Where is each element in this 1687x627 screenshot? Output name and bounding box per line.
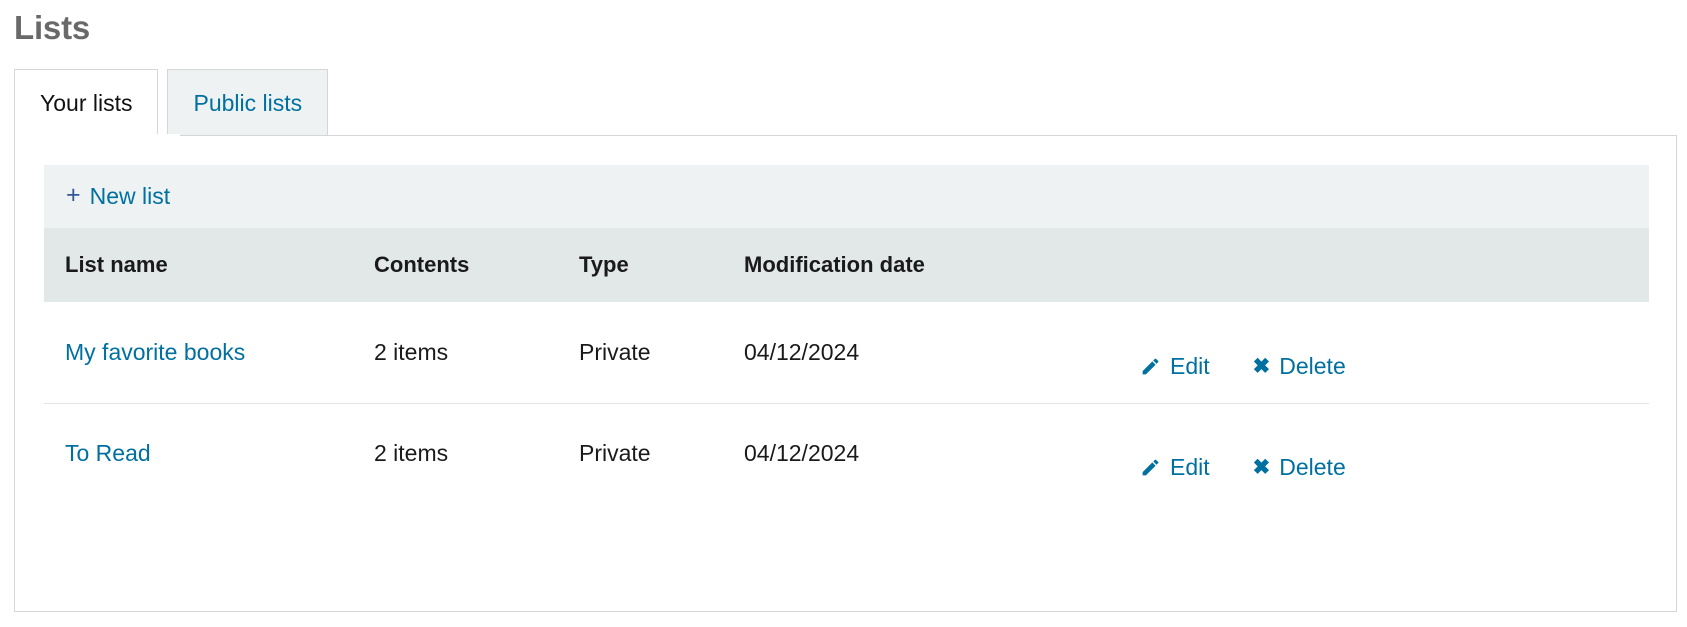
lists-table-body: My favorite books 2 items Private 04/12/… (44, 302, 1649, 504)
cell-list-name: My favorite books (44, 302, 374, 404)
list-name-link[interactable]: To Read (65, 440, 151, 466)
lists-table-head: List name Contents Type Modification dat… (44, 228, 1649, 302)
table-row: To Read 2 items Private 04/12/2024 Edit … (44, 403, 1649, 504)
delete-label: Delete (1279, 454, 1346, 481)
row-actions: Edit ✖ Delete (1104, 454, 1649, 481)
cell-actions: Edit ✖ Delete (1104, 403, 1649, 504)
tab-public-lists-label: Public lists (193, 89, 303, 116)
cell-actions: Edit ✖ Delete (1104, 302, 1649, 404)
lists-panel-inner: + New list List name Contents Type Modif… (44, 165, 1649, 504)
tab-public-lists[interactable]: Public lists (167, 69, 329, 136)
active-tab-seam (15, 134, 180, 137)
column-header-actions (1104, 228, 1649, 302)
table-header-row: List name Contents Type Modification dat… (44, 228, 1649, 302)
cell-type: Private (579, 302, 744, 404)
delete-button[interactable]: ✖ Delete (1253, 454, 1346, 481)
cell-contents: 2 items (374, 440, 449, 467)
column-header-contents[interactable]: Contents (374, 228, 579, 302)
column-header-modification-date[interactable]: Modification date (744, 228, 1104, 302)
tab-your-lists-label: Your lists (40, 89, 133, 116)
cell-modification-date: 04/12/2024 (744, 440, 860, 467)
list-name-link[interactable]: My favorite books (65, 339, 245, 365)
close-icon: ✖ (1252, 456, 1271, 480)
column-header-type[interactable]: Type (579, 228, 744, 302)
lists-table: List name Contents Type Modification dat… (44, 228, 1649, 504)
pencil-icon (1140, 356, 1161, 377)
edit-button[interactable]: Edit (1140, 353, 1210, 380)
edit-button[interactable]: Edit (1140, 454, 1210, 481)
cell-type: Private (579, 440, 651, 467)
new-list-button[interactable]: + New list (66, 183, 170, 210)
tab-your-lists[interactable]: Your lists (14, 69, 159, 136)
delete-label: Delete (1279, 352, 1346, 379)
page-title: Lists (14, 9, 91, 46)
lists-panel: + New list List name Contents Type Modif… (14, 135, 1677, 612)
row-actions: Edit ✖ Delete (1104, 353, 1649, 380)
cell-modification-date: 04/12/2024 (744, 302, 1104, 404)
close-icon: ✖ (1252, 354, 1271, 378)
edit-label: Edit (1170, 352, 1210, 379)
lists-toolbar: + New list (44, 165, 1649, 228)
new-list-label: New list (89, 183, 171, 209)
edit-label: Edit (1170, 454, 1210, 481)
delete-button[interactable]: ✖ Delete (1253, 353, 1346, 380)
column-header-list-name[interactable]: List name (44, 228, 374, 302)
table-row: My favorite books 2 items Private 04/12/… (44, 302, 1649, 404)
tab-bar: Your lists Public lists (14, 69, 329, 136)
lists-page: Lists Your lists Public lists + New list… (0, 0, 1687, 627)
cell-contents: 2 items (374, 302, 579, 404)
pencil-icon (1140, 457, 1161, 478)
plus-icon: + (66, 181, 81, 209)
cell-list-name: To Read (44, 403, 374, 504)
